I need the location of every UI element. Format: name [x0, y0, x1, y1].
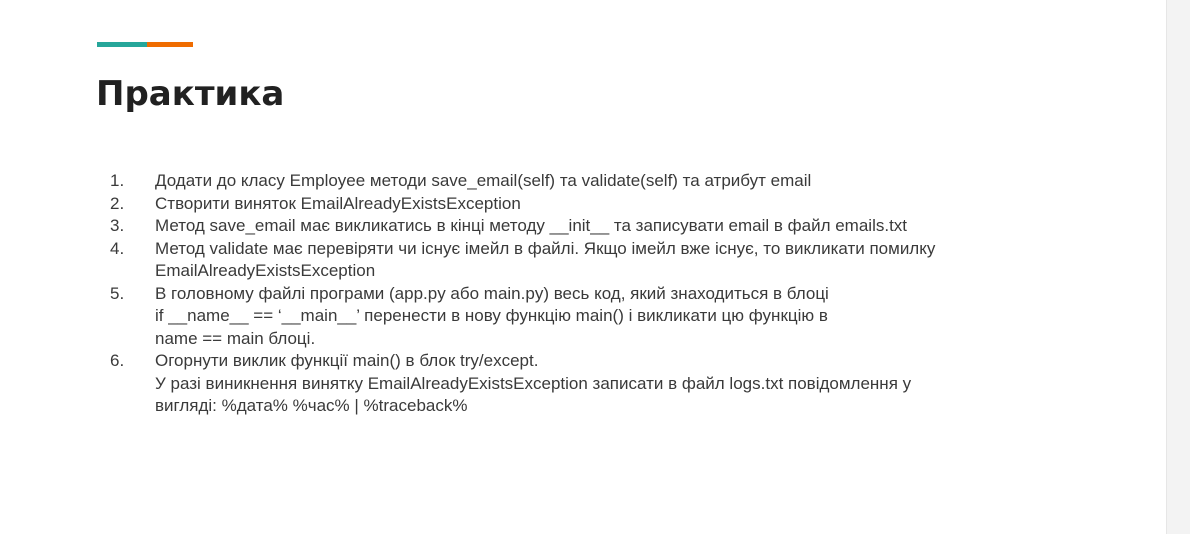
task-text-line: Метод validate має перевіряти чи існує і… — [155, 238, 936, 258]
task-text-line: Метод save_email має викликатись в кінці… — [155, 216, 908, 235]
task-text-line: вигляді: %дата% %час% | %traceback% — [155, 396, 468, 415]
accent-teal-segment — [97, 42, 147, 47]
task-list: 1. Додати до класу Employee методи save_… — [110, 170, 1110, 418]
task-text: Додати до класу Employee методи save_ema… — [155, 170, 1110, 193]
task-number: 3. — [110, 216, 125, 235]
title-accent-bar — [97, 42, 193, 47]
right-scroll-gutter — [1166, 0, 1190, 534]
task-text-line: В головному файлі програми (app.py або m… — [155, 283, 829, 303]
task-number: 1. — [110, 171, 125, 190]
slide: Практика 1. Додати до класу Employee мет… — [0, 0, 1166, 534]
task-item: 6. Огорнути виклик функції main() в блок… — [110, 350, 1110, 418]
accent-orange-segment — [147, 42, 193, 47]
task-text: Метод validate має перевіряти чи існує і… — [155, 238, 1110, 283]
task-item: 1. Додати до класу Employee методи save_… — [110, 170, 1110, 193]
task-text-line: Додати до класу Employee методи save_ema… — [155, 171, 812, 190]
task-text-line: EmailAlreadyExistsException — [155, 261, 376, 280]
task-text: Створити виняток EmailAlreadyExistsExcep… — [155, 193, 1110, 216]
task-text: В головному файлі програми (app.py або m… — [155, 283, 1110, 351]
task-text-line: Створити виняток EmailAlreadyExistsExcep… — [155, 193, 521, 213]
task-number: 5. — [110, 283, 125, 303]
task-number: 6. — [110, 351, 125, 370]
task-item: 5. В головному файлі програми (app.py аб… — [110, 283, 1110, 351]
task-text-line: У разі виникнення винятку EmailAlreadyEx… — [155, 373, 912, 393]
task-text: Огорнути виклик функції main() в блок tr… — [155, 350, 1110, 418]
task-text-line: if __name__ == ‘__main__’ перенести в но… — [155, 306, 828, 325]
task-number: 4. — [110, 238, 125, 258]
task-text: Метод save_email має викликатись в кінці… — [155, 215, 1110, 238]
task-item: 4. Метод validate має перевіряти чи існу… — [110, 238, 1110, 283]
task-item: 2. Створити виняток EmailAlreadyExistsEx… — [110, 193, 1110, 216]
task-text-line: Огорнути виклик функції main() в блок tr… — [155, 351, 539, 370]
task-number: 2. — [110, 193, 125, 213]
slide-title: Практика — [96, 74, 285, 114]
task-text-line: name == main блоці. — [155, 328, 316, 348]
task-item: 3. Метод save_email має викликатись в кі… — [110, 215, 1110, 238]
